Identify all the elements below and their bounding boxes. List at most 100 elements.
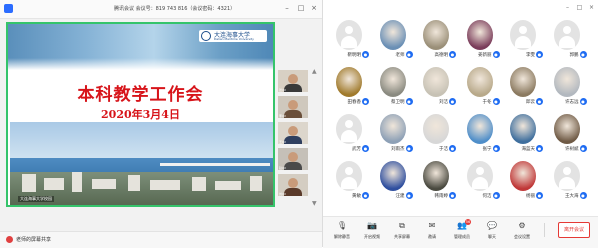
scroll-up-icon[interactable]: ▲ <box>312 68 317 75</box>
participants-window: – □ × 靳明明 ● 老师 ● 高德明 ● 姜新丽 ● 李雯 ● 郭鹏 ● 田春香 ● 蔡卫明 ● 刘洁 ● 于冬… <box>323 0 598 248</box>
pier <box>160 163 270 166</box>
participant-tile[interactable]: 刘洁 ● <box>414 67 458 113</box>
participant-tile[interactable]: 靳明明 ● <box>327 20 371 66</box>
avatar <box>553 20 580 50</box>
participant-tile[interactable]: 李雯 ● <box>501 20 545 66</box>
mic-muted-icon: ● <box>405 98 413 105</box>
slide-date: 2020年3月4日 <box>101 108 180 121</box>
video-tile[interactable]: 赵XX <box>278 148 308 170</box>
participant-tile[interactable]: 老师 ● <box>371 20 415 66</box>
avatar <box>466 20 493 50</box>
mic-muted-icon: ● <box>579 192 587 199</box>
participant-tile[interactable]: 汪建 ● <box>371 161 415 207</box>
participant-tile[interactable]: 武芳 ● <box>327 114 371 160</box>
participant-name: 黄敏 <box>352 194 361 199</box>
toolbar-item-chat[interactable]: 💬 聊天 <box>477 221 507 245</box>
participant-tile[interactable]: 许志远 ● <box>545 67 589 113</box>
participant-name: 高德明 <box>434 53 449 58</box>
participant-tile[interactable]: 邱云 ● <box>501 67 545 113</box>
mic-muted-icon: ● <box>536 51 543 58</box>
participant-name: 许树斌 <box>565 147 579 152</box>
mic-muted-icon: ● <box>492 192 500 199</box>
video-tile-name: 刘XX <box>279 192 287 196</box>
maximize-icon[interactable]: □ <box>296 3 306 13</box>
participant-name: 邱云 <box>526 100 535 105</box>
chat-icon: 💬 <box>487 221 497 230</box>
mic-muted-icon: ● <box>449 98 456 105</box>
participant-tile[interactable]: 王大海 ● <box>545 161 589 207</box>
video-tile[interactable]: 张XX <box>278 70 308 92</box>
minimize-icon[interactable]: – <box>563 3 572 12</box>
avatar <box>379 20 406 50</box>
participant-tile[interactable]: 黄敏 ● <box>327 161 371 207</box>
participant-tile[interactable]: 高德明 ● <box>414 20 458 66</box>
video-tile-name: 赵XX <box>279 166 287 170</box>
participant-tile[interactable]: 杨丽 ● <box>501 161 545 207</box>
toolbar-label: 开启视频 <box>364 234 380 239</box>
mic-muted-icon: ● <box>362 98 369 105</box>
share-status-bar: 老师的屏幕共享 <box>0 231 322 248</box>
participant-tile[interactable]: 于冬 ● <box>458 67 502 113</box>
mic-muted-icon: ● <box>449 145 456 152</box>
close-icon[interactable]: × <box>309 3 319 13</box>
avatar <box>510 20 536 50</box>
mic-muted-icon: ● <box>362 145 369 152</box>
participant-tile[interactable]: 姜新丽 ● <box>458 20 502 66</box>
close-icon[interactable]: × <box>587 3 596 12</box>
toolbar-item-members[interactable]: 👥 管理成员 56 <box>447 219 477 245</box>
participant-name: 蔡卫明 <box>391 100 405 105</box>
video-tile[interactable]: 李XX <box>278 96 308 118</box>
video-tile[interactable]: 刘XX <box>278 174 308 196</box>
participant-name: 于洁 <box>439 147 448 152</box>
participant-tile[interactable]: 许树斌 ● <box>545 114 589 160</box>
university-seal-icon <box>201 31 211 41</box>
toolbar-label: 邀请 <box>428 234 436 239</box>
participant-name: 老师 <box>395 53 405 58</box>
participant-tile[interactable]: 田春香 ● <box>327 67 371 113</box>
participant-tile[interactable]: 郭鹏 ● <box>545 20 589 66</box>
avatar <box>423 67 449 97</box>
toolbar-item-invite[interactable]: ✉ 邀请 <box>417 221 447 245</box>
toolbar-item-camera[interactable]: 📷 开启视频 <box>357 221 387 245</box>
toolbar-item-share[interactable]: ⧉ 共享屏幕 <box>387 221 417 245</box>
participant-tile[interactable]: 海蓝天 ● <box>501 114 545 160</box>
participant-name: 靳明明 <box>347 53 362 58</box>
avatar <box>510 67 536 97</box>
participant-tile[interactable]: 韩雨婷 ● <box>414 161 458 207</box>
toolbar-label: 管理成员 <box>454 234 470 239</box>
participant-name: 韩雨婷 <box>434 194 449 199</box>
video-tile[interactable]: 王XX <box>278 122 308 144</box>
participant-tile[interactable]: 何洁 ● <box>458 161 502 207</box>
toolbar-divider <box>544 223 545 237</box>
leave-meeting-button[interactable]: 离开会议 <box>558 222 590 238</box>
sharing-indicator-icon <box>6 236 13 243</box>
avatar <box>379 161 406 191</box>
invite-icon: ✉ <box>428 221 436 230</box>
participant-tile[interactable]: 刘雨杰 ● <box>371 114 415 160</box>
mic-icon: 🎙 <box>337 221 348 230</box>
avatar <box>379 114 406 144</box>
gear-icon: ⚙ <box>518 221 526 230</box>
participant-tile[interactable]: 蔡卫明 ● <box>371 67 415 113</box>
toolbar-label: 共享屏幕 <box>394 234 410 239</box>
avatar <box>423 114 449 144</box>
toolbar-item-mic[interactable]: 🎙 解除静音 <box>327 221 357 245</box>
video-tile-name: 李XX <box>279 114 287 118</box>
scroll-down-icon[interactable]: ▼ <box>312 200 317 207</box>
mic-muted-icon: ● <box>449 51 456 58</box>
participant-name: 郭鹏 <box>569 53 579 58</box>
mic-muted-icon: ● <box>492 51 500 58</box>
video-strip: 张XX 李XX 王XX 赵XX 刘XX <box>278 70 308 200</box>
participant-name: 李雯 <box>526 53 535 58</box>
toolbar-item-gear[interactable]: ⚙ 会议设置 <box>507 221 537 245</box>
minimize-icon[interactable]: – <box>282 3 292 13</box>
maximize-icon[interactable]: □ <box>575 3 584 12</box>
mic-muted-icon: ● <box>405 51 413 58</box>
participant-tile[interactable]: 张宁 ● <box>458 114 502 160</box>
meeting-title: 腾讯会议 会议号：819 743 816（会议密码：4321） <box>114 6 236 12</box>
avatar <box>466 114 493 144</box>
participant-name: 于冬 <box>482 100 492 105</box>
mic-muted-icon: ● <box>449 192 456 199</box>
avatar <box>510 114 536 144</box>
participant-tile[interactable]: 于洁 ● <box>414 114 458 160</box>
